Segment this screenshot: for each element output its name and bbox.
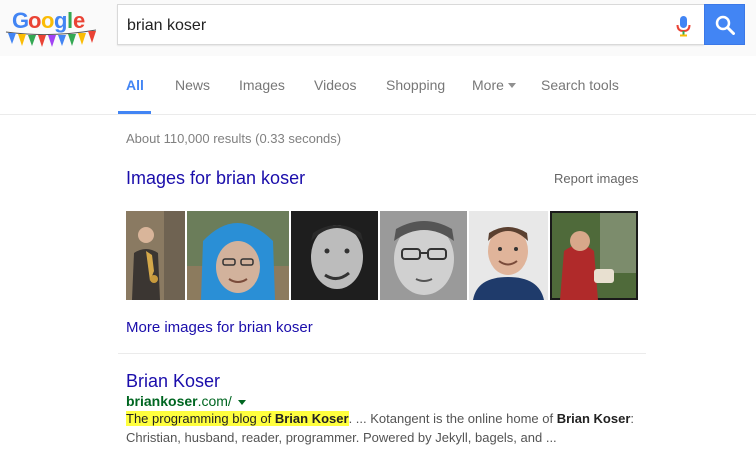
active-tab-indicator: [118, 111, 151, 114]
search-tabs: All News Images Videos Shopping More Sea…: [0, 56, 756, 115]
more-images-link[interactable]: More images for brian koser: [126, 319, 313, 336]
image-thumbnail[interactable]: [550, 211, 638, 300]
tab-images[interactable]: Images: [239, 77, 285, 93]
snippet-highlight-bold: Brian Koser: [274, 411, 349, 426]
svg-text:e: e: [73, 8, 85, 33]
chevron-down-icon: [507, 82, 516, 88]
image-thumbnail[interactable]: [469, 211, 548, 300]
image-thumbnail[interactable]: [380, 211, 467, 300]
snippet-bold: Brian Koser: [556, 411, 631, 426]
tab-news[interactable]: News: [175, 77, 210, 93]
search-box[interactable]: [117, 4, 704, 45]
result-stats: About 110,000 results (0.33 seconds): [126, 131, 342, 146]
tab-more[interactable]: More: [472, 77, 516, 93]
tab-videos[interactable]: Videos: [314, 77, 357, 93]
result-snippet: The programming blog of Brian Koser. ...…: [126, 409, 646, 447]
search-input[interactable]: [127, 15, 647, 37]
google-doodle-logo[interactable]: G o o g l e: [4, 6, 100, 52]
result-title-link[interactable]: Brian Koser: [126, 371, 220, 392]
snippet-highlight-text: The programming blog of: [126, 411, 275, 426]
result-url-path: .com/: [197, 393, 232, 409]
tab-more-label: More: [472, 77, 504, 93]
svg-text:g: g: [54, 8, 67, 33]
images-section-title[interactable]: Images for brian koser: [126, 168, 305, 189]
svg-text:o: o: [41, 8, 54, 33]
result-url-domain: briankoser: [126, 393, 198, 409]
svg-text:G: G: [12, 8, 29, 33]
search-button[interactable]: [704, 4, 745, 45]
result-url: briankoser.com/: [126, 393, 246, 409]
image-thumbnail[interactable]: [187, 211, 289, 300]
snippet-text: . ... Kotangent is the online home of: [348, 411, 557, 426]
image-thumbnail[interactable]: [126, 211, 185, 300]
tab-all[interactable]: All: [126, 77, 144, 93]
caret-down-icon[interactable]: [237, 399, 246, 405]
tab-shopping[interactable]: Shopping: [386, 77, 445, 93]
svg-text:o: o: [28, 8, 41, 33]
microphone-icon[interactable]: [675, 15, 693, 37]
tab-search-tools[interactable]: Search tools: [541, 77, 619, 93]
snippet-highlight: The programming blog of Brian Koser: [126, 411, 349, 426]
report-images-link[interactable]: Report images: [554, 171, 639, 186]
section-divider: [118, 353, 646, 354]
header-bar: G o o g l e: [0, 0, 756, 56]
image-thumbnail[interactable]: [291, 211, 378, 300]
